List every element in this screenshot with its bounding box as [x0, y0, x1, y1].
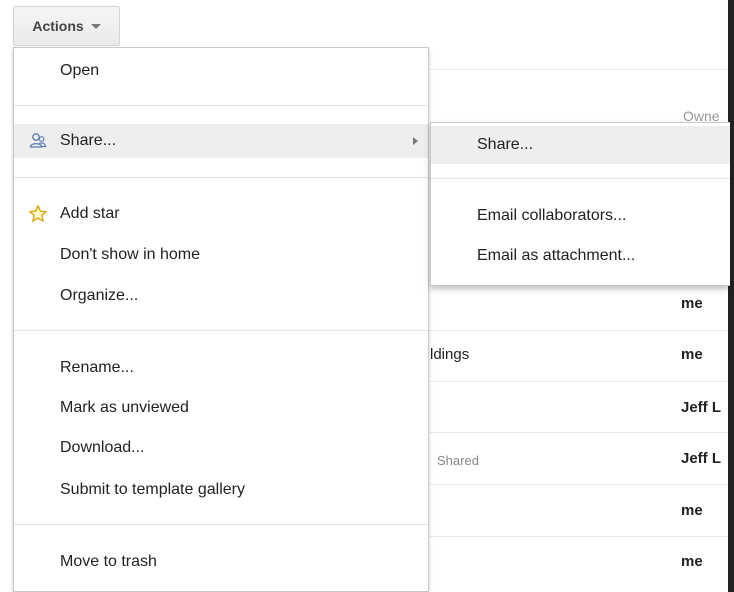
star-outline-icon	[28, 204, 48, 224]
submenu-item-label: Share...	[477, 136, 534, 153]
menu-item-move-to-trash[interactable]: Move to trash	[14, 545, 428, 579]
submenu-item-label: Email as attachment...	[477, 247, 636, 264]
menu-item-organize[interactable]: Organize...	[14, 279, 428, 313]
menu-item-label: Move to trash	[60, 553, 157, 570]
actions-label: Actions	[32, 18, 84, 34]
menu-item-add-star[interactable]: Add star	[14, 197, 428, 231]
menu-item-label: Mark as unviewed	[60, 399, 189, 416]
row-divider	[430, 432, 728, 433]
submenu-arrow-icon	[413, 137, 418, 145]
share-submenu: Share... Email collaborators... Email as…	[430, 122, 730, 286]
table-row-owner: me	[681, 295, 703, 312]
shared-label: Shared	[437, 453, 479, 468]
menu-item-dont-show-in-home[interactable]: Don't show in home	[14, 238, 428, 272]
menu-item-label: Submit to template gallery	[60, 481, 245, 498]
menu-item-mark-as-unviewed[interactable]: Mark as unviewed	[14, 391, 428, 425]
menu-item-label: Download...	[60, 439, 145, 456]
window-edge	[728, 0, 734, 592]
table-row-name[interactable]: ldings	[430, 346, 469, 363]
menu-item-download[interactable]: Download...	[14, 431, 428, 465]
menu-item-open[interactable]: Open	[14, 54, 428, 88]
share-people-icon	[28, 131, 48, 151]
menu-item-label: Open	[60, 62, 100, 79]
menu-item-submit-to-template-gallery[interactable]: Submit to template gallery	[14, 473, 428, 507]
menu-item-rename[interactable]: Rename...	[14, 351, 428, 385]
row-divider	[430, 484, 728, 485]
table-row-owner: Jeff L	[681, 450, 722, 467]
menu-item-label: Organize...	[60, 287, 139, 304]
actions-menu: Open Share... Add star Don't show in hom…	[13, 47, 429, 592]
actions-button[interactable]: Actions	[13, 6, 120, 46]
table-row-owner: me	[681, 502, 703, 519]
submenu-item-email-collaborators[interactable]: Email collaborators...	[431, 197, 730, 235]
table-row-owner: Jeff L	[681, 399, 722, 416]
menu-separator	[14, 105, 428, 106]
menu-separator	[14, 177, 428, 178]
submenu-item-share[interactable]: Share...	[431, 126, 730, 164]
menu-item-share[interactable]: Share...	[14, 124, 428, 158]
menu-separator	[14, 330, 428, 331]
chevron-down-icon	[90, 23, 101, 29]
row-divider	[430, 381, 728, 382]
menu-item-label: Rename...	[60, 359, 134, 376]
table-row-owner: me	[681, 346, 703, 363]
menu-separator	[431, 178, 730, 179]
submenu-item-label: Email collaborators...	[477, 207, 627, 224]
row-divider	[430, 330, 728, 331]
menu-separator	[14, 524, 428, 525]
row-divider	[430, 69, 728, 70]
row-divider	[430, 536, 728, 537]
table-row-owner: me	[681, 553, 703, 570]
menu-item-label: Don't show in home	[60, 246, 201, 263]
menu-item-label: Share...	[60, 132, 117, 149]
submenu-item-email-as-attachment[interactable]: Email as attachment...	[431, 237, 730, 275]
menu-item-label: Add star	[60, 205, 120, 222]
